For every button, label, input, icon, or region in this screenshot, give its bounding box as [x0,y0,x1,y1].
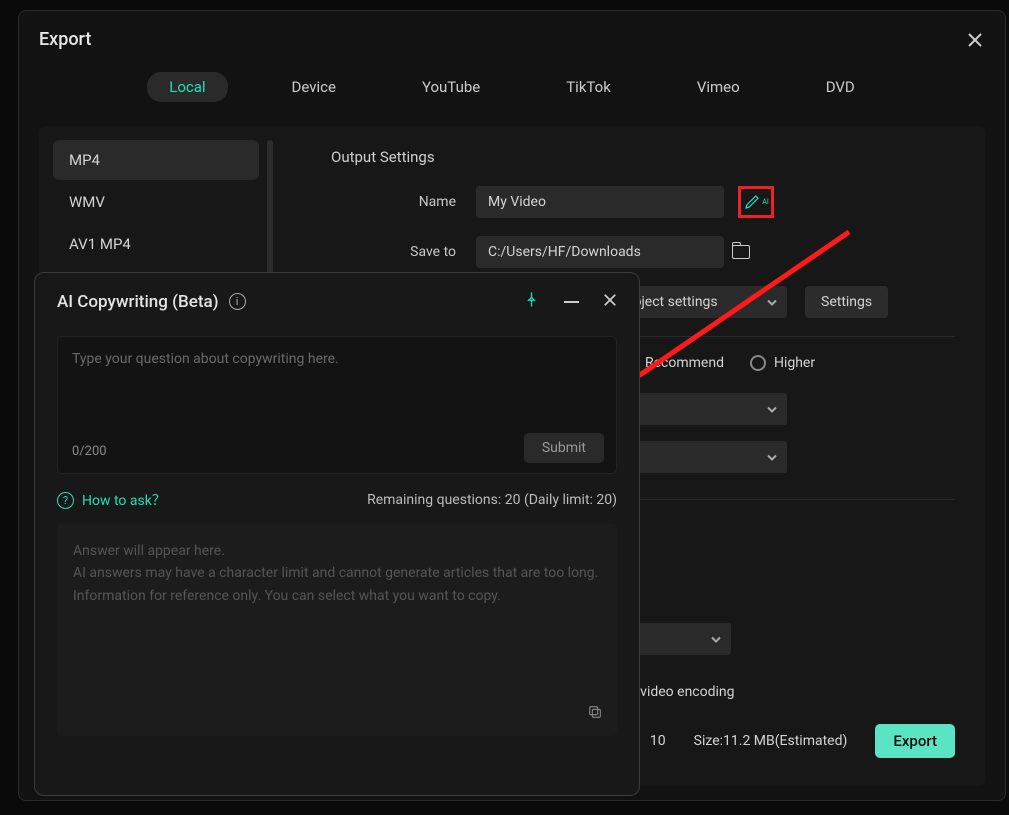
question-icon: ? [57,492,74,509]
ai-rename-button[interactable]: AI [738,186,774,218]
export-tabs: Local Device YouTube TikTok Vimeo DVD [39,72,985,102]
tab-dvd[interactable]: DVD [804,72,877,102]
format-mp4[interactable]: MP4 [53,140,259,180]
ai-answer-box: Answer will appear here. AI answers may … [57,524,617,736]
footer-num: 10 [650,733,666,749]
footer-size: Size:11.2 MB(Estimated) [694,733,848,749]
folder-icon[interactable] [732,245,750,259]
radio-off-icon [750,355,766,371]
ai-answer-placeholder: Answer will appear here. AI answers may … [73,540,601,607]
ai-question-input[interactable]: Type your question about copywriting her… [57,336,617,474]
ai-panel-title: AI Copywriting (Beta) [57,292,219,312]
row-preset: project settings Settings [609,286,955,318]
output-settings-title: Output Settings [331,148,955,166]
tab-device[interactable]: Device [270,72,358,102]
ai-help-row: ? How to ask？ Remaining questions: 20 (D… [57,490,617,510]
saveto-label: Save to [331,244,456,260]
footer-bar: 10 Size:11.2 MB(Estimated) Export [650,724,955,758]
row-name: Name AI [331,186,955,218]
how-to-ask-link[interactable]: ? How to ask？ [57,490,166,510]
pin-icon[interactable] [523,291,540,312]
minimize-icon[interactable] [564,301,579,303]
dialog-header: Export [39,29,985,50]
tab-vimeo[interactable]: Vimeo [675,72,762,102]
close-icon[interactable] [603,292,617,311]
format-wmv[interactable]: WMV [53,182,259,222]
tab-youtube[interactable]: YouTube [400,72,502,102]
tab-tiktok[interactable]: TikTok [544,72,633,102]
ai-char-counter: 0/200 [72,444,107,459]
format-scrollbar[interactable] [267,140,273,280]
close-icon[interactable] [965,30,985,50]
export-button[interactable]: Export [875,724,955,758]
ai-panel-header: AI Copywriting (Beta) i [57,291,617,312]
row-dropdown-b [609,441,955,473]
tab-local[interactable]: Local [147,72,227,102]
divider [591,499,955,500]
row-saveto: Save to [331,236,955,268]
name-input[interactable] [476,186,724,218]
format-av1mp4[interactable]: AV1 MP4 [53,224,259,264]
dialog-title: Export [39,29,91,50]
name-label: Name [331,194,456,210]
info-icon[interactable]: i [229,293,246,310]
settings-button[interactable]: Settings [805,286,888,318]
divider [591,336,955,337]
row-dropdown-a: 0 [609,393,955,425]
quality-radios: Recommend Higher [621,355,955,371]
radio-higher[interactable]: Higher [750,355,815,371]
remaining-questions: Remaining questions: 20 (Daily limit: 20… [367,492,617,508]
ai-copywriting-panel: AI Copywriting (Beta) i Type your questi… [34,272,640,796]
ai-submit-button[interactable]: Submit [524,433,604,463]
copy-icon[interactable] [587,704,603,724]
saveto-input[interactable] [476,236,724,268]
ai-placeholder: Type your question about copywriting her… [72,351,602,367]
